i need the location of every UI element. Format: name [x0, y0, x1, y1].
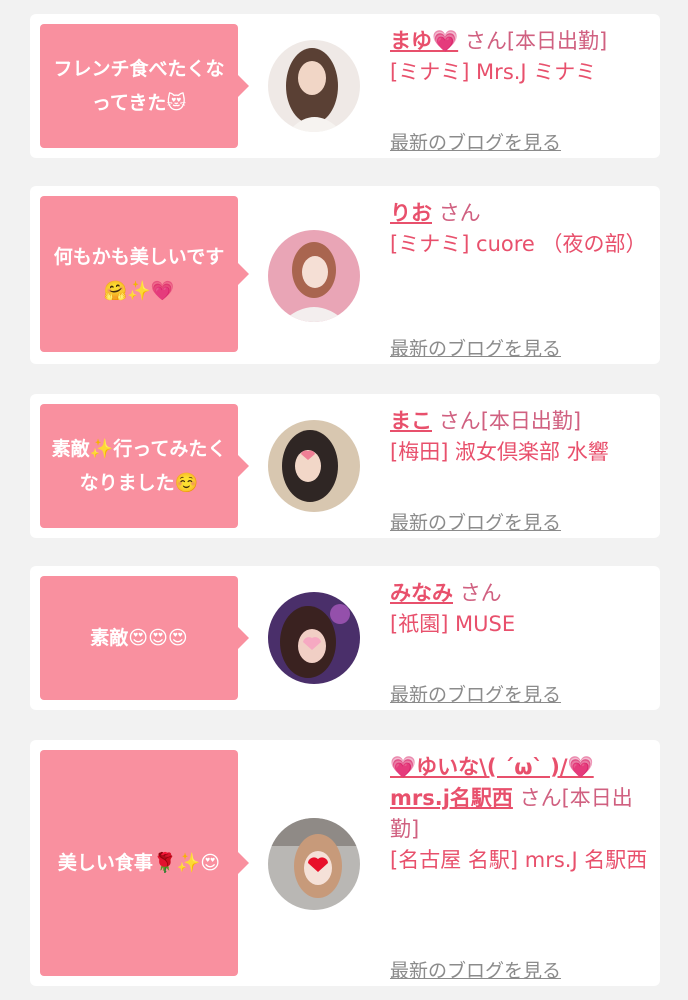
blog-card: 素敵✨行ってみたくなりました☺️ まこ さん[本日出勤] [梅田] 淑女倶楽部 … [30, 394, 660, 538]
girl-info: まこ さん[本日出勤] [梅田] 淑女倶楽部 水響 最新のブログを見る [390, 406, 652, 534]
latest-blog-link[interactable]: 最新のブログを見る [390, 508, 561, 535]
status-badge: [本日出勤] [506, 29, 608, 53]
avatar-photo-minami [268, 592, 360, 684]
comment-bubble: 素敵😍😍😍 [40, 576, 249, 700]
honorific: さん [438, 201, 481, 225]
honorific: さん [459, 581, 502, 605]
shop-name: [ミナミ] cuore （夜の部） [390, 232, 647, 256]
comment-bubble: フレンチ食べたくなってきた😻 [40, 24, 249, 148]
avatar[interactable] [268, 230, 360, 322]
honorific: さん [438, 409, 481, 433]
name-line: りお さん [390, 198, 652, 229]
comment-bubble: 素敵✨行ってみたくなりました☺️ [40, 404, 249, 528]
blog-card: フレンチ食べたくなってきた😻 まゆ💗 さん[本日出勤] [ミナミ] Mrs.J … [30, 14, 660, 158]
avatar-photo-rio [268, 230, 360, 322]
avatar-photo-yuina [268, 818, 360, 910]
latest-blog-link[interactable]: 最新のブログを見る [390, 334, 561, 361]
status-badge: [本日出勤] [480, 409, 582, 433]
latest-blog-link[interactable]: 最新のブログを見る [390, 680, 561, 707]
avatar[interactable] [268, 40, 360, 132]
name-line: 💗ゆいな\( ´ω` )/💗mrs.j名駅西 さん[本日出勤] [390, 752, 652, 845]
comment-text: フレンチ食べたくなってきた😻 [53, 58, 225, 114]
avatar[interactable] [268, 818, 360, 910]
avatar[interactable] [268, 592, 360, 684]
honorific: さん [464, 29, 507, 53]
girl-name-link[interactable]: まこ [390, 409, 432, 433]
shop-name: [名古屋 名駅] mrs.J 名駅西 [390, 848, 648, 872]
girl-name-link[interactable]: みなみ [390, 581, 453, 605]
blog-card: 素敵😍😍😍 みなみ さん [祇園] MUSE 最新のブログを見る [30, 566, 660, 710]
avatar-photo-mako [268, 420, 360, 512]
comment-bubble: 美しい食事🌹✨😍 [40, 750, 249, 976]
shop-name: [ミナミ] Mrs.J ミナミ [390, 60, 597, 84]
name-line: みなみ さん [390, 578, 652, 609]
avatar-photo-mayu [268, 40, 360, 132]
name-line: まゆ💗 さん[本日出勤] [390, 26, 652, 57]
comment-text: 素敵😍😍😍 [90, 627, 188, 649]
latest-blog-link[interactable]: 最新のブログを見る [390, 956, 561, 983]
girl-info: まゆ💗 さん[本日出勤] [ミナミ] Mrs.J ミナミ 最新のブログを見る [390, 26, 652, 154]
name-line: まこ さん[本日出勤] [390, 406, 652, 437]
honorific: さん [519, 786, 562, 810]
girl-name-link[interactable]: まゆ💗 [390, 29, 458, 53]
avatar[interactable] [268, 420, 360, 512]
shop-name: [梅田] 淑女倶楽部 水響 [390, 440, 609, 464]
comment-text: 素敵✨行ってみたくなりました☺️ [51, 438, 227, 494]
blog-card: 何もかも美しいです🤗✨💗 りお さん [ミナミ] cuore （夜の部） 最新の… [30, 186, 660, 364]
comment-text: 美しい食事🌹✨😍 [57, 852, 221, 874]
shop-name: [祇園] MUSE [390, 612, 516, 636]
blog-card: 美しい食事🌹✨😍 💗ゆいな\( ´ω` )/💗mrs.j名駅西 さん[本日出勤]… [30, 740, 660, 986]
girl-name-link[interactable]: りお [390, 201, 432, 225]
latest-blog-link[interactable]: 最新のブログを見る [390, 128, 561, 155]
girl-info: 💗ゆいな\( ´ω` )/💗mrs.j名駅西 さん[本日出勤] [名古屋 名駅]… [390, 752, 652, 982]
girl-info: りお さん [ミナミ] cuore （夜の部） 最新のブログを見る [390, 198, 652, 360]
comment-text: 何もかも美しいです🤗✨💗 [53, 246, 225, 302]
girl-info: みなみ さん [祇園] MUSE 最新のブログを見る [390, 578, 652, 706]
comment-bubble: 何もかも美しいです🤗✨💗 [40, 196, 249, 352]
